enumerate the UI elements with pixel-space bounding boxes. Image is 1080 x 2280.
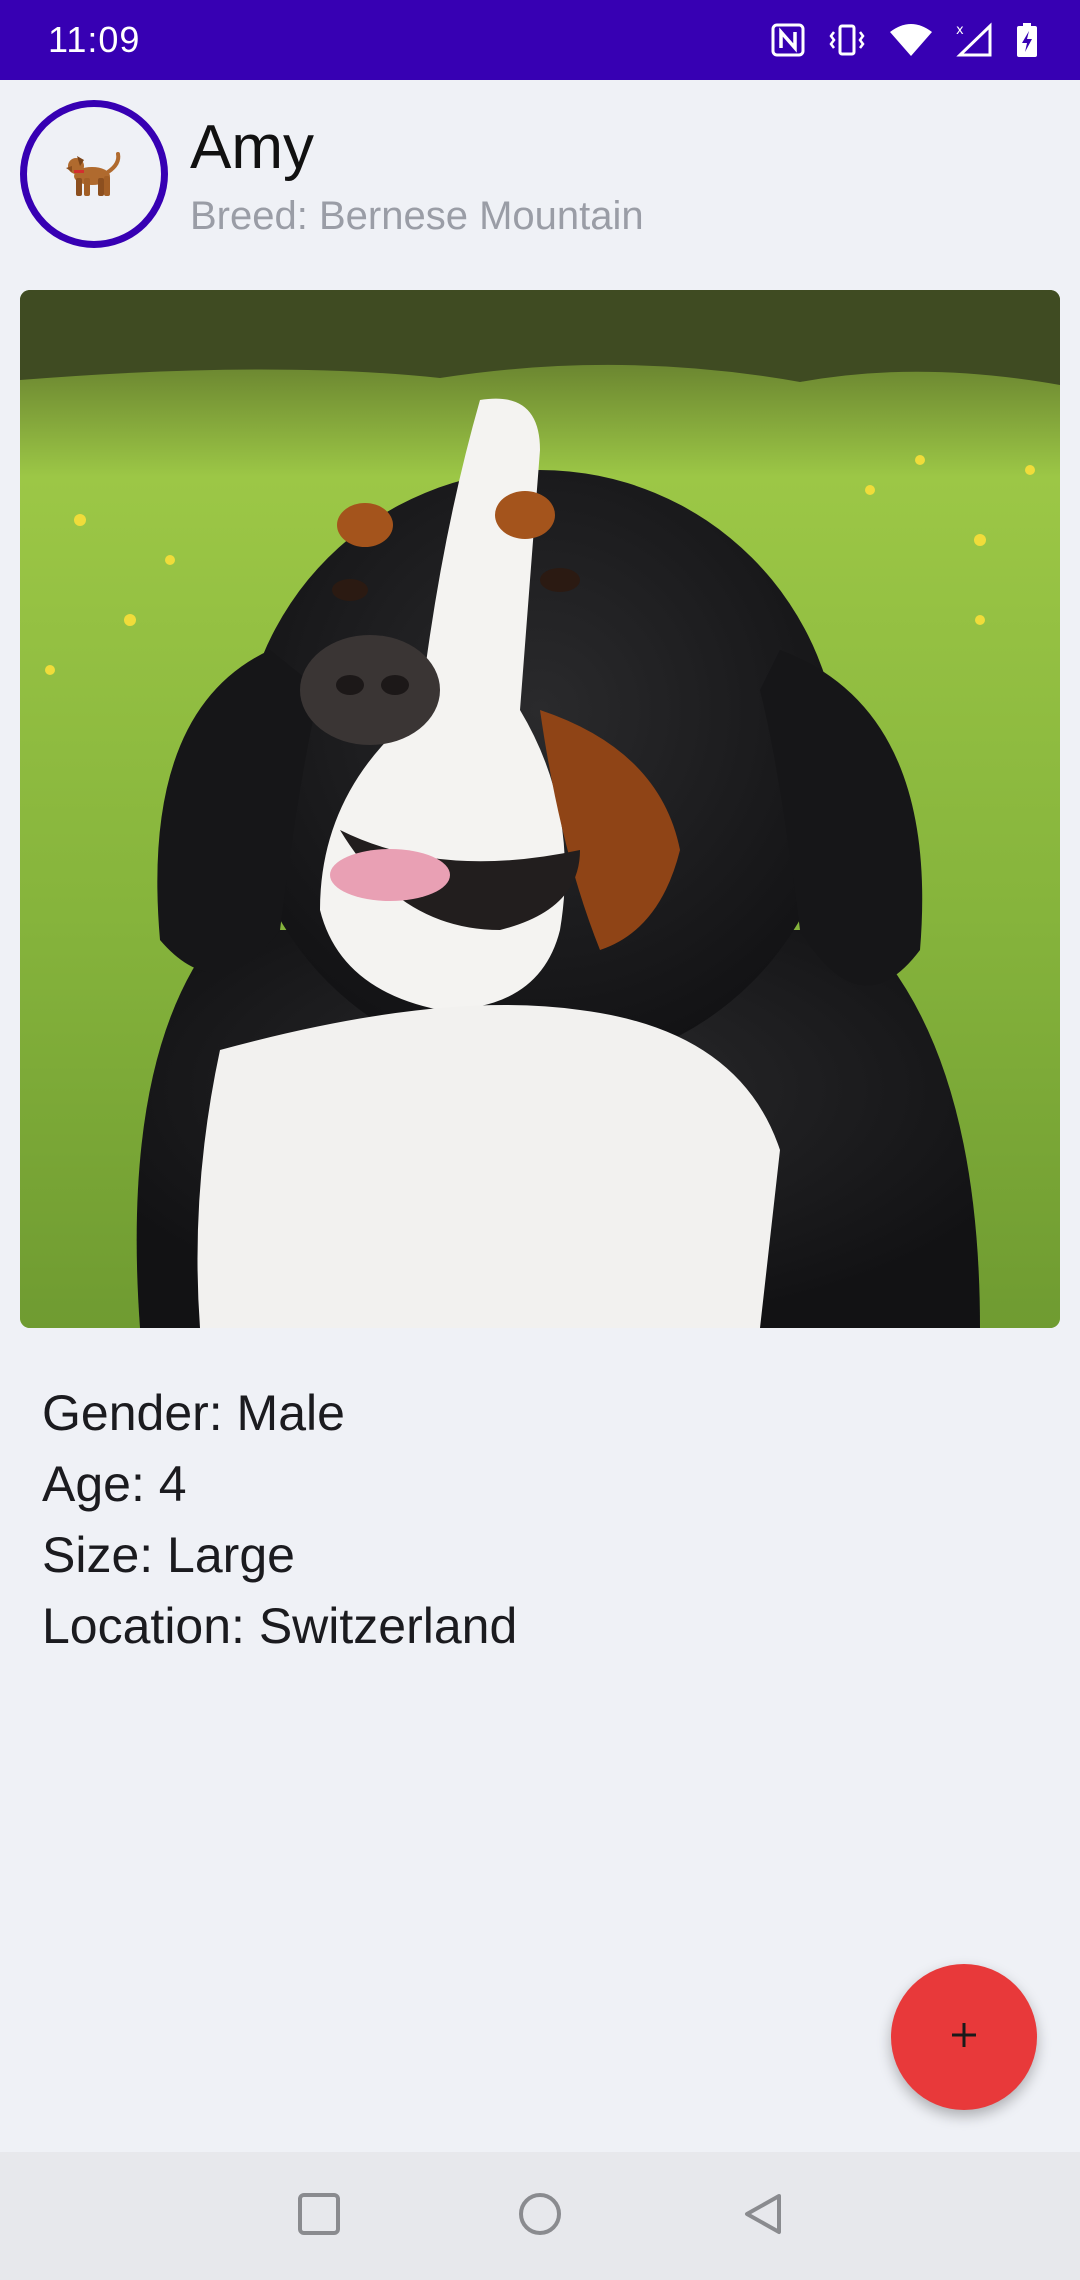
home-button[interactable] <box>510 2186 570 2246</box>
plus-icon <box>949 2020 979 2055</box>
back-icon <box>741 2192 785 2241</box>
gender-text: Gender: Male <box>42 1385 345 1441</box>
nfc-icon <box>770 22 806 58</box>
status-icons: x <box>770 22 1038 58</box>
svg-text:x: x <box>956 23 964 38</box>
pet-details: Gender: Male Age: 4 Size: Large Location… <box>42 1378 517 1662</box>
recents-icon <box>297 2192 341 2241</box>
vibrate-icon <box>828 22 866 58</box>
wifi-icon <box>888 22 934 58</box>
pet-name: Amy <box>190 113 314 182</box>
profile-header: Amy Breed: Bernese Mountain <box>0 80 1080 270</box>
dog-icon <box>62 146 126 202</box>
location-text: Location: Switzerland <box>42 1598 518 1654</box>
battery-charging-icon <box>1016 22 1038 58</box>
status-bar: 11:09 x <box>0 0 1080 80</box>
back-button[interactable] <box>733 2186 793 2246</box>
screen: 11:09 x Amy Breed: Bernese Mountain Gend… <box>0 0 1080 2280</box>
status-time: 11:09 <box>48 19 141 60</box>
recents-button[interactable] <box>289 2186 349 2246</box>
home-icon <box>517 2191 563 2242</box>
navigation-bar <box>0 2152 1080 2280</box>
pet-breed: Breed: Bernese Mountain <box>190 194 644 238</box>
add-button[interactable] <box>891 1964 1037 2110</box>
size-text: Size: Large <box>42 1527 295 1583</box>
dog-photo <box>20 290 1060 1328</box>
avatar[interactable] <box>20 100 168 248</box>
signal-icon: x <box>956 22 994 58</box>
age-text: Age: 4 <box>42 1456 187 1512</box>
